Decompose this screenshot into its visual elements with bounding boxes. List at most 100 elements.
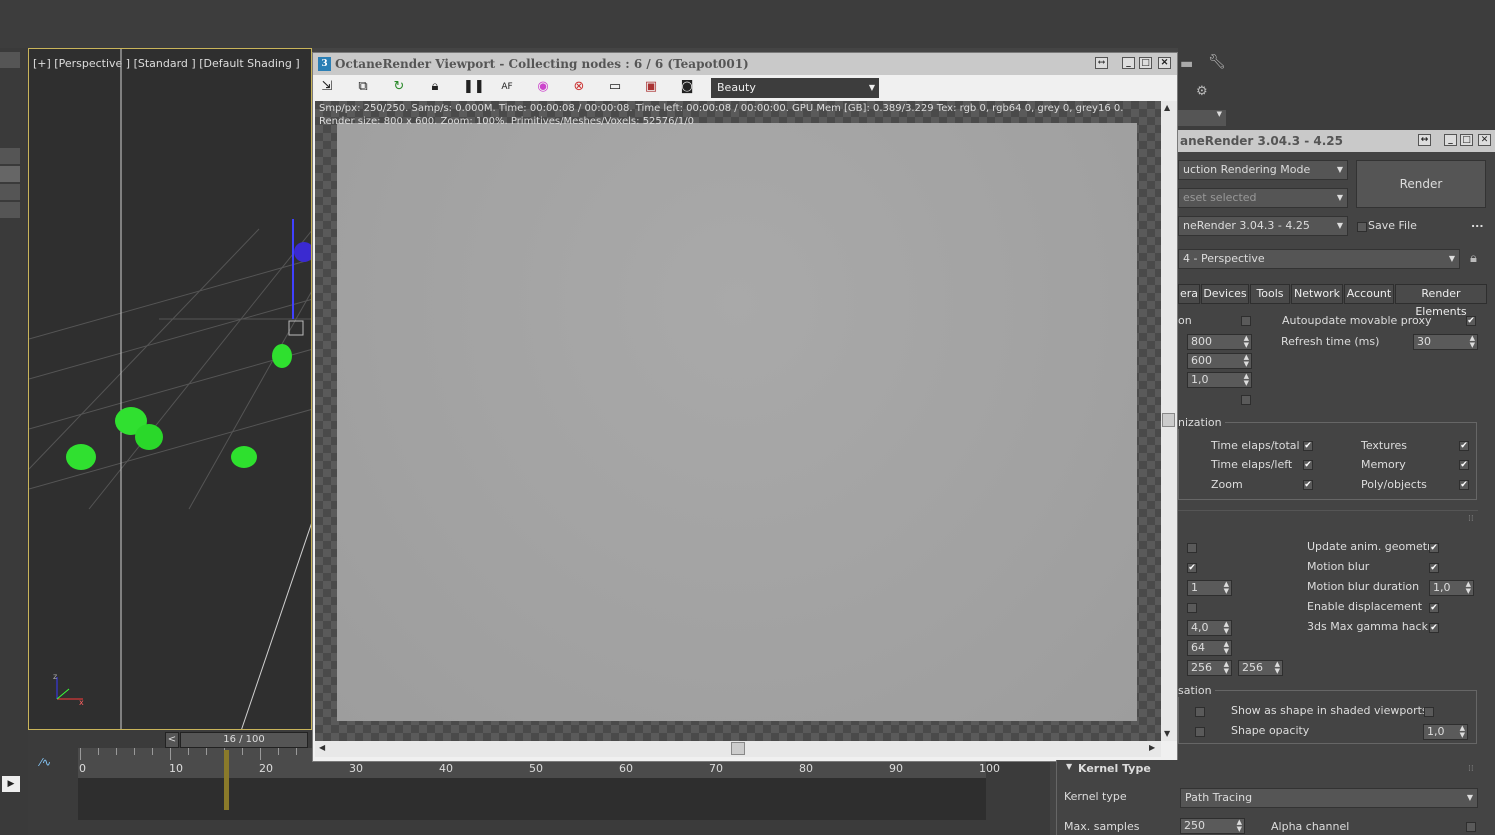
minimize-button[interactable]: _ bbox=[1122, 57, 1135, 69]
option-checkbox[interactable] bbox=[1187, 543, 1197, 553]
close-button[interactable]: ✕ bbox=[1478, 134, 1491, 146]
scroll-left-icon[interactable]: ◀ bbox=[319, 743, 325, 752]
curve-editor-icon[interactable]: ⁄∿ bbox=[40, 756, 51, 769]
wrench-icon[interactable]: 🔧︎ bbox=[1208, 54, 1226, 70]
option-checkbox[interactable] bbox=[1187, 603, 1197, 613]
camera-select[interactable]: 4 - Perspective ▼ bbox=[1178, 249, 1460, 269]
refresh-spinner[interactable]: 30 ▲ ▼ bbox=[1413, 334, 1478, 350]
lock-icon[interactable]: 🔒︎ bbox=[1470, 251, 1477, 266]
horizontal-scrollbar[interactable]: ◀ ▶ bbox=[315, 741, 1161, 757]
refresh-icon[interactable]: ↻ bbox=[391, 79, 407, 95]
motion-blur-checkbox[interactable]: ✔ bbox=[1429, 563, 1439, 573]
tab-camera[interactable]: era bbox=[1178, 284, 1200, 304]
play-icon[interactable]: ▶ bbox=[2, 776, 20, 792]
kernel-rollout-title[interactable]: Kernel Type bbox=[1078, 762, 1151, 775]
value-spinner[interactable]: 64 ▲ ▼ bbox=[1187, 640, 1232, 656]
width-spinner[interactable]: 800 ▲ ▼ bbox=[1187, 334, 1252, 350]
autoupdate-checkbox[interactable]: ✔ bbox=[1466, 316, 1476, 326]
clay-icon[interactable]: ⊗ bbox=[571, 79, 587, 95]
render-button[interactable]: Render bbox=[1356, 160, 1486, 208]
zoom-checkbox[interactable]: ✔ bbox=[1303, 480, 1313, 490]
maximize-button[interactable]: □ bbox=[1139, 57, 1152, 69]
tab-devices[interactable]: Devices bbox=[1201, 284, 1249, 304]
timeline-track[interactable] bbox=[78, 778, 986, 820]
octane-panel-title-bar[interactable]: aneRender 3.04.3 - 4.25 ↔ _ □ ✕ bbox=[1178, 130, 1495, 152]
scroll-thumb-h[interactable] bbox=[731, 742, 745, 755]
time-elaps-left-checkbox[interactable]: ✔ bbox=[1303, 460, 1313, 470]
monitor-icon[interactable]: ▭ bbox=[607, 79, 623, 95]
minimize-button[interactable]: _ bbox=[1444, 134, 1457, 146]
motion-blur-duration-spinner[interactable]: 1,0 ▲ ▼ bbox=[1429, 580, 1474, 596]
kernel-type-select[interactable]: Path Tracing ▼ bbox=[1180, 788, 1478, 808]
height-spinner[interactable]: 600 ▲ ▼ bbox=[1187, 353, 1252, 369]
strip-button[interactable] bbox=[0, 148, 20, 164]
display-icon[interactable]: ▬ bbox=[1180, 56, 1193, 72]
strip-button[interactable] bbox=[0, 166, 20, 182]
scroll-right-icon[interactable]: ▶ bbox=[1149, 743, 1155, 752]
strip-button[interactable] bbox=[0, 52, 20, 68]
tab-network[interactable]: Network bbox=[1291, 284, 1343, 304]
gamma-hack-checkbox[interactable]: ✔ bbox=[1429, 623, 1439, 633]
spinner-value: 1,0 bbox=[1433, 581, 1451, 594]
time-elaps-total-checkbox[interactable]: ✔ bbox=[1303, 441, 1313, 451]
textures-checkbox[interactable]: ✔ bbox=[1459, 441, 1469, 451]
value-spinner[interactable]: 256 ▲ ▼ bbox=[1187, 660, 1232, 676]
frame-slider[interactable]: 16 / 100 bbox=[180, 732, 308, 748]
render-canvas[interactable]: Smp/px: 250/250. Samp/s: 0.000M. Time: 0… bbox=[315, 101, 1161, 741]
option-checkbox[interactable]: ✔ bbox=[1187, 563, 1197, 573]
collapse-icon[interactable]: ▼ bbox=[1066, 762, 1072, 771]
max-samples-spinner[interactable]: 250 ▲ ▼ bbox=[1180, 818, 1245, 834]
color-icon[interactable]: ◉ bbox=[535, 79, 551, 95]
pass-select[interactable]: Beauty ▼ bbox=[711, 78, 879, 98]
option-checkbox[interactable] bbox=[1195, 727, 1205, 737]
strip-button[interactable] bbox=[0, 184, 20, 200]
renderer-select[interactable]: neRender 3.04.3 - 4.25 ▼ bbox=[1178, 216, 1348, 236]
save-file-checkbox[interactable] bbox=[1357, 222, 1367, 232]
perspective-viewport[interactable]: [+] [Perspective ] [Standard ] [Default … bbox=[28, 48, 312, 730]
poly-objects-checkbox[interactable]: ✔ bbox=[1459, 480, 1469, 490]
time-cursor[interactable] bbox=[224, 750, 229, 810]
tab-render-elements[interactable]: Render Elements bbox=[1395, 284, 1487, 318]
resize-icon[interactable]: ↔ bbox=[1418, 134, 1431, 146]
preset-select[interactable]: eset selected ▼ bbox=[1178, 188, 1348, 208]
af-icon[interactable]: AF bbox=[499, 79, 515, 95]
value-spinner[interactable]: 256 ▲ ▼ bbox=[1238, 660, 1283, 676]
value-spinner[interactable]: 1 ▲ ▼ bbox=[1187, 580, 1232, 596]
gears-icon[interactable]: ⚙ bbox=[1196, 84, 1208, 99]
strip-button[interactable] bbox=[0, 202, 20, 218]
maximize-button[interactable]: □ bbox=[1460, 134, 1473, 146]
camera-icon[interactable]: ◙ bbox=[679, 79, 695, 95]
close-button[interactable]: ✕ bbox=[1158, 57, 1171, 69]
drag-handle-icon[interactable]: ⁞⁞ bbox=[1468, 514, 1474, 524]
scroll-up-icon[interactable]: ▲ bbox=[1164, 103, 1170, 112]
show-shape-checkbox[interactable] bbox=[1424, 707, 1434, 717]
ratio-spinner[interactable]: 1,0 ▲ ▼ bbox=[1187, 372, 1252, 388]
save-icon[interactable]: ⇲ bbox=[319, 79, 335, 95]
panel-dropdown[interactable]: ▼ bbox=[1178, 110, 1226, 126]
scroll-down-icon[interactable]: ▼ bbox=[1164, 729, 1170, 738]
copy-icon[interactable]: ⧉ bbox=[355, 79, 371, 95]
region-icon[interactable]: ▣ bbox=[643, 79, 659, 95]
resize-icon[interactable]: ↔ bbox=[1095, 57, 1108, 69]
enable-displacement-checkbox[interactable]: ✔ bbox=[1429, 603, 1439, 613]
alpha-channel-checkbox[interactable] bbox=[1466, 822, 1476, 832]
vertical-scrollbar[interactable]: ▲ ▼ bbox=[1161, 101, 1177, 741]
scroll-thumb[interactable] bbox=[1162, 413, 1175, 427]
render-mode-select[interactable]: uction Rendering Mode ▼ bbox=[1178, 160, 1348, 180]
more-button[interactable]: ... bbox=[1471, 217, 1484, 230]
shape-opacity-spinner[interactable]: 1,0 ▲ ▼ bbox=[1423, 724, 1468, 740]
prev-frame-button[interactable]: < bbox=[165, 732, 179, 748]
memory-checkbox[interactable]: ✔ bbox=[1459, 460, 1469, 470]
option-checkbox[interactable] bbox=[1241, 316, 1251, 326]
panel-title: aneRender 3.04.3 - 4.25 bbox=[1180, 134, 1343, 148]
value-spinner[interactable]: 4,0 ▲ ▼ bbox=[1187, 620, 1232, 636]
update-anim-checkbox[interactable]: ✔ bbox=[1429, 543, 1439, 553]
drag-handle-icon[interactable]: ⁞⁞ bbox=[1468, 764, 1474, 774]
pause-icon[interactable]: ❚❚ bbox=[463, 79, 485, 95]
tab-account[interactable]: Account bbox=[1344, 284, 1394, 304]
option-checkbox[interactable] bbox=[1195, 707, 1205, 717]
tab-tools[interactable]: Tools bbox=[1250, 284, 1290, 304]
option-checkbox[interactable] bbox=[1241, 395, 1251, 405]
octane-title-bar[interactable]: 3 OctaneRender Viewport - Collecting nod… bbox=[313, 53, 1177, 75]
lock-icon[interactable]: 🔒︎ bbox=[427, 79, 443, 95]
